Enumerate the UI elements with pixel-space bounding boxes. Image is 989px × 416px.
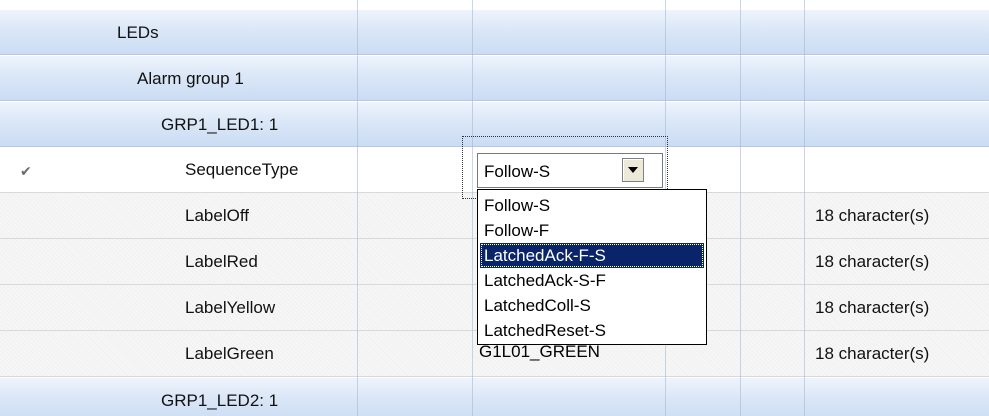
chevron-down-icon bbox=[628, 167, 638, 173]
group-label: Alarm group 1 bbox=[137, 69, 244, 88]
property-note: 18 character(s) bbox=[815, 344, 930, 363]
property-label: LabelOff bbox=[185, 206, 249, 225]
dropdown-option[interactable]: Follow-S bbox=[480, 193, 704, 218]
property-label: LabelGreen bbox=[185, 344, 274, 363]
group-label: LEDs bbox=[117, 23, 159, 42]
group-row-alarm-group-1[interactable]: Alarm group 1 bbox=[0, 55, 989, 101]
column-divider bbox=[740, 0, 741, 416]
group-label: GRP1_LED2: 1 bbox=[161, 391, 279, 410]
dropdown-option[interactable]: Follow-F bbox=[480, 218, 704, 243]
column-divider bbox=[472, 0, 473, 416]
group-row-leds[interactable]: LEDs bbox=[0, 9, 989, 55]
combobox-value: Follow-S bbox=[484, 162, 551, 181]
check-icon: ✔ bbox=[20, 163, 32, 179]
dropdown-option[interactable]: LatchedAck-S-F bbox=[480, 268, 704, 293]
property-label: LabelRed bbox=[185, 252, 258, 271]
group-row-grp1-led2[interactable]: GRP1_LED2: 1 bbox=[0, 377, 989, 416]
dropdown-button[interactable] bbox=[622, 158, 644, 182]
sequence-type-dropdown-list[interactable]: Follow-S Follow-F LatchedAck-F-S Latched… bbox=[477, 189, 707, 345]
dropdown-option[interactable]: LatchedColl-S bbox=[480, 293, 704, 318]
dropdown-option-selected[interactable]: LatchedAck-F-S bbox=[480, 243, 704, 268]
property-note: 18 character(s) bbox=[815, 252, 930, 271]
property-label: LabelYellow bbox=[185, 298, 276, 317]
property-grid: LEDs Alarm group 1 GRP1_LED1: 1 ✔ Sequen… bbox=[0, 0, 989, 416]
property-label: SequenceType bbox=[185, 160, 299, 179]
column-divider bbox=[357, 0, 358, 416]
property-note: 18 character(s) bbox=[815, 206, 930, 225]
sequence-type-combobox[interactable]: Follow-S bbox=[477, 153, 663, 188]
property-note: 18 character(s) bbox=[815, 298, 930, 317]
dropdown-option[interactable]: LatchedReset-S bbox=[480, 318, 704, 343]
group-label: GRP1_LED1: 1 bbox=[161, 115, 279, 134]
column-divider bbox=[804, 0, 805, 416]
